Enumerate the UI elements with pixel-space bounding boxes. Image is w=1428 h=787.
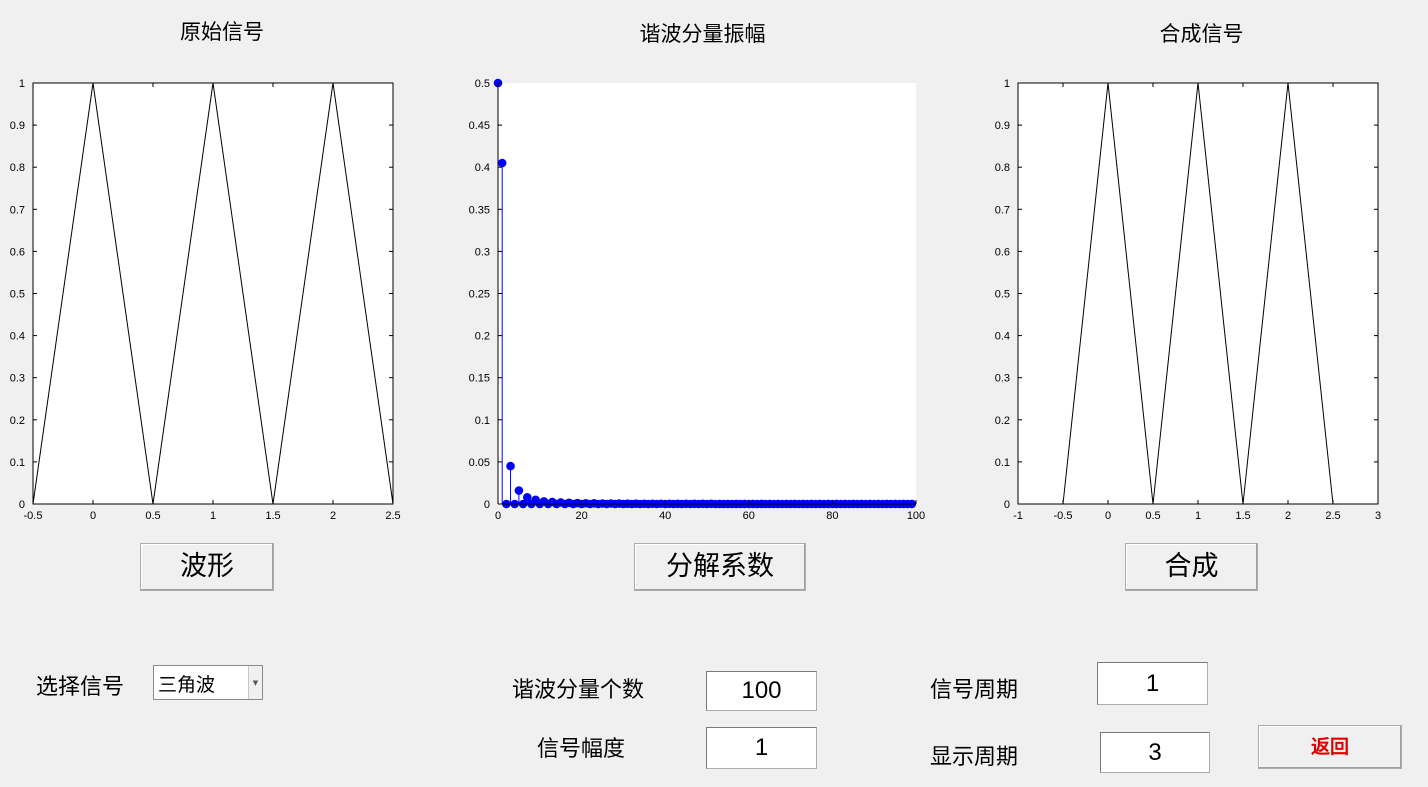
x-tick-label: 20: [575, 510, 587, 522]
y-tick-label: 0.4: [995, 331, 1010, 343]
harmonics-amplitude-title: 谐波分量振幅: [639, 22, 766, 46]
x-tick-label: 0.5: [1145, 510, 1160, 522]
x-tick-label: 100: [907, 510, 925, 522]
display-period-label: 显示周期: [930, 745, 1019, 770]
x-tick-label: 0: [495, 510, 501, 522]
x-tick-label: 80: [826, 510, 838, 522]
x-tick-label: -0.5: [1054, 510, 1073, 522]
amplitude-label: 信号幅度: [537, 737, 626, 762]
period-label: 信号周期: [930, 678, 1019, 703]
y-tick-label: 0.4: [475, 162, 490, 174]
y-tick-label: 0.4: [10, 331, 25, 343]
x-tick-label: 3: [1375, 510, 1381, 522]
plot-area: [498, 83, 916, 504]
y-tick-label: 0.8: [995, 162, 1010, 174]
x-tick-label: 40: [659, 510, 671, 522]
decompose-button[interactable]: 分解系数: [634, 543, 806, 591]
display-period-input[interactable]: 3: [1100, 732, 1210, 773]
back-button[interactable]: 返回: [1258, 725, 1402, 769]
stem-marker: [514, 486, 524, 495]
waveform-button[interactable]: 波形: [140, 543, 274, 591]
y-tick-label: 0.3: [10, 373, 25, 385]
x-tick-label: 0.5: [145, 510, 160, 522]
x-tick-label: -1: [1013, 510, 1023, 522]
amplitude-input[interactable]: 1: [706, 727, 817, 769]
plot-area: [1018, 83, 1378, 504]
y-tick-label: 1: [19, 78, 25, 90]
y-tick-label: 0.35: [469, 204, 490, 216]
y-tick-label: 0.9: [10, 120, 25, 132]
x-tick-label: 0: [90, 510, 96, 522]
y-tick-label: 0.05: [469, 457, 490, 469]
y-tick-label: 0.25: [469, 289, 490, 301]
y-tick-label: 0.2: [475, 331, 490, 343]
synthesize-button[interactable]: 合成: [1125, 543, 1258, 591]
y-tick-label: 0.6: [995, 246, 1010, 258]
stem-marker: [497, 158, 507, 168]
y-tick-label: 0.1: [995, 457, 1010, 469]
y-tick-label: 0.5: [475, 78, 490, 90]
x-tick-label: 1: [210, 510, 216, 522]
x-tick-label: 0: [1105, 510, 1111, 522]
signal-type-value: 三角波: [158, 674, 216, 696]
x-tick-label: 1.5: [265, 510, 280, 522]
y-tick-label: 0.45: [469, 120, 490, 132]
y-tick-label: 0.3: [995, 373, 1010, 385]
select-signal-label: 选择信号: [36, 675, 125, 700]
stem-marker: [506, 461, 515, 471]
y-tick-label: 0.15: [469, 373, 490, 385]
y-tick-label: 1: [1004, 78, 1010, 90]
y-tick-label: 0.2: [995, 415, 1010, 427]
x-tick-label: 2.5: [1325, 510, 1340, 522]
y-tick-label: 0.6: [10, 246, 25, 258]
x-tick-label: 60: [743, 510, 755, 522]
y-tick-label: 0: [484, 499, 490, 511]
period-input[interactable]: 1: [1097, 662, 1208, 705]
x-tick-label: -0.5: [24, 510, 43, 522]
x-tick-label: 2: [1285, 510, 1291, 522]
y-tick-label: 0.7: [10, 204, 25, 216]
plot-area: [33, 83, 393, 504]
y-tick-label: 0: [19, 499, 25, 511]
y-tick-label: 0.2: [10, 415, 25, 427]
x-tick-label: 1.5: [1235, 510, 1250, 522]
original-signal-title: 原始信号: [180, 20, 264, 44]
y-tick-label: 0.9: [995, 120, 1010, 132]
synth-signal-title: 合成信号: [1159, 22, 1244, 46]
y-tick-label: 0.3: [475, 246, 490, 258]
x-tick-label: 1: [1195, 510, 1201, 522]
y-tick-label: 0.1: [10, 457, 25, 469]
harmonics-count-label: 谐波分量个数: [512, 678, 645, 703]
y-tick-label: 0.5: [10, 289, 25, 301]
y-tick-label: 0.8: [10, 162, 25, 174]
x-tick-label: 2.5: [385, 510, 400, 522]
signal-type-select[interactable]: 三角波 ▼: [153, 665, 263, 700]
y-tick-label: 0.1: [475, 415, 490, 427]
original-signal-plot: -0.5 0 0.5 1 1.5 2 2.500.10.20.30.40.50.60.70.…: [10, 78, 401, 522]
chevron-down-icon[interactable]: ▼: [248, 666, 262, 699]
harmonics-stem-plot: 0 20 40 60 80 100 0 0.05 0.1 0.15 0.2 0.25 0.3 0.35 0.…: [469, 78, 926, 522]
y-tick-label: 0.5: [995, 289, 1010, 301]
harmonics-count-input[interactable]: 100: [706, 671, 817, 711]
y-tick-label: 0: [1004, 499, 1010, 511]
y-tick-label: 0.7: [995, 204, 1010, 216]
x-tick-label: 2: [330, 510, 336, 522]
synth-signal-plot: -1 -0.5 0 0.5 1 1.5 2 2.5 3 0 0.1 0.2 0.3 0.4 0.5 0.6 0.…: [995, 78, 1381, 522]
stem-marker: [522, 492, 532, 502]
